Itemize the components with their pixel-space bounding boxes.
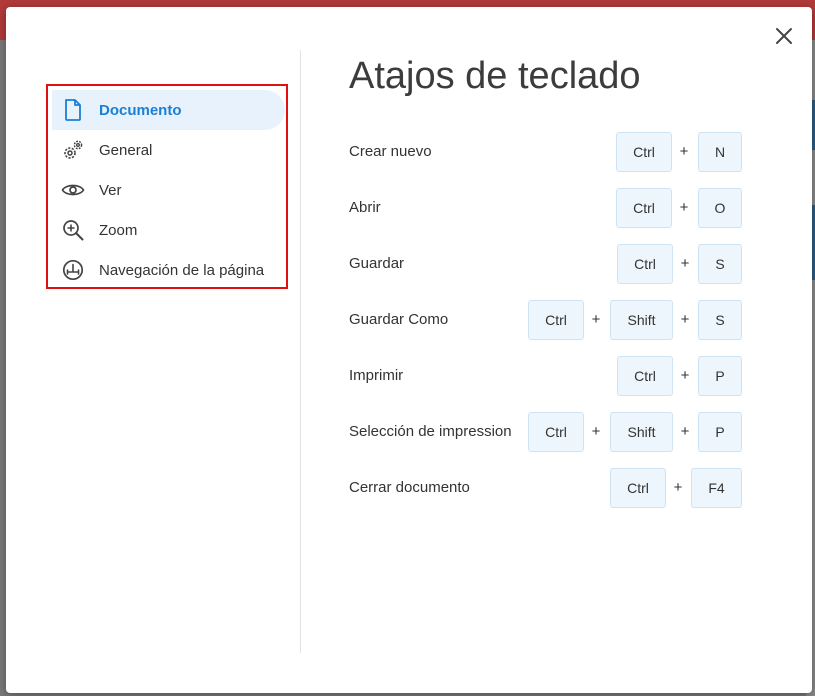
plus-sign: + (591, 311, 601, 328)
key-cap: Ctrl (617, 356, 673, 396)
shortcut-row: Crear nuevo Ctrl + N (349, 132, 744, 172)
key-cap: F4 (691, 468, 742, 508)
nav-item-navegacion[interactable]: Navegación de la página (52, 250, 285, 290)
shortcut-row: Imprimir Ctrl + P (349, 356, 744, 396)
shortcut-label: Cerrar documento (349, 479, 470, 496)
shortcut-label: Imprimir (349, 367, 404, 384)
key-cap: Ctrl (617, 244, 673, 284)
key-cap: P (698, 412, 742, 452)
nav-item-ver[interactable]: Ver (52, 170, 285, 210)
shortcut-label: Abrir (349, 199, 381, 216)
key-cap: P (698, 356, 742, 396)
key-cap: Ctrl (528, 412, 584, 452)
nav-item-label: Documento (99, 101, 182, 119)
shortcut-label: Crear nuevo (349, 143, 432, 160)
close-icon (776, 28, 792, 44)
panel-divider (300, 50, 301, 653)
key-cap: Ctrl (616, 132, 672, 172)
plus-sign: + (680, 311, 690, 328)
shortcut-row: Selección de impression Ctrl + Shift + P (349, 412, 744, 452)
keyboard-shortcuts-dialog: Documento General Ver Zoom Navegación de… (6, 7, 812, 693)
nav-item-label: Navegación de la página (99, 261, 265, 279)
key-cap: Ctrl (528, 300, 584, 340)
key-cap: S (698, 244, 742, 284)
key-cap: O (698, 188, 742, 228)
dialog-title: Atajos de teclado (349, 55, 641, 97)
close-button[interactable] (772, 24, 796, 48)
nav-item-label: Ver (99, 181, 122, 199)
nav-item-zoom[interactable]: Zoom (52, 210, 285, 250)
shortcut-label: Guardar Como (349, 311, 449, 328)
plus-sign: + (679, 143, 689, 160)
shortcut-label: Guardar (349, 255, 405, 272)
key-cap: Ctrl (610, 468, 666, 508)
key-cap: S (698, 300, 742, 340)
shortcut-row: Guardar Ctrl + S (349, 244, 744, 284)
plus-sign: + (680, 367, 690, 384)
nav-item-label: Zoom (99, 221, 138, 239)
key-cap: N (698, 132, 742, 172)
nav-item-documento[interactable]: Documento (52, 90, 285, 130)
key-cap: Ctrl (616, 188, 672, 228)
page-navigation-icon (61, 258, 85, 282)
shortcut-label: Selección de impression (349, 423, 512, 440)
plus-sign: + (591, 423, 601, 440)
plus-sign: + (680, 423, 690, 440)
plus-sign: + (679, 199, 689, 216)
plus-sign: + (673, 479, 683, 496)
zoom-in-icon (61, 218, 85, 242)
key-cap: Shift (610, 300, 673, 340)
shortcut-category-nav: Documento General Ver Zoom Navegación de… (46, 84, 288, 289)
nav-item-label: General (99, 141, 153, 159)
gears-icon (61, 138, 85, 162)
key-cap: Shift (610, 412, 673, 452)
shortcut-row: Abrir Ctrl + O (349, 188, 744, 228)
shortcut-row: Cerrar documento Ctrl + F4 (349, 468, 744, 508)
document-icon (61, 98, 85, 122)
shortcut-row: Guardar Como Ctrl + Shift + S (349, 300, 744, 340)
nav-item-general[interactable]: General (52, 130, 285, 170)
plus-sign: + (680, 255, 690, 272)
eye-icon (61, 178, 85, 202)
